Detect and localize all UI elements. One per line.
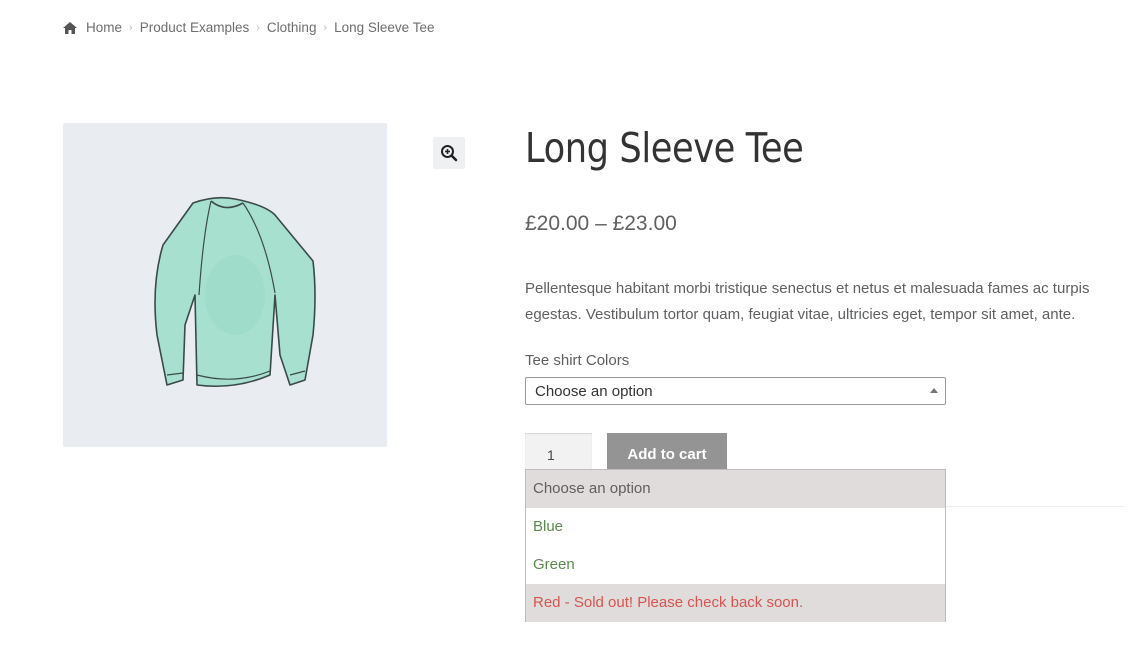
divider [945, 506, 1125, 507]
chevron-right-icon: › [129, 21, 133, 34]
option-red-sold-out[interactable]: Red - Sold out! Please check back soon. [526, 584, 945, 622]
breadcrumb-clothing[interactable]: Clothing [267, 20, 317, 35]
product-price: £20.00 – £23.00 [525, 212, 677, 235]
zoom-in-icon [441, 145, 458, 162]
option-choose[interactable]: Choose an option [526, 470, 945, 508]
color-dropdown-list[interactable]: Choose an option Blue Green Red - Sold o… [525, 469, 946, 622]
chevron-right-icon: › [256, 21, 260, 34]
breadcrumb-home[interactable]: Home [86, 20, 122, 35]
select-value: Choose an option [535, 383, 653, 400]
option-blue[interactable]: Blue [526, 508, 945, 546]
zoom-button[interactable] [433, 137, 465, 169]
color-select[interactable]: Choose an option [525, 377, 946, 405]
quantity-value: 1 [547, 447, 555, 463]
long-sleeve-shirt-image [154, 196, 316, 388]
home-icon[interactable] [62, 21, 78, 35]
product-description: Pellentesque habitant morbi tristique se… [525, 280, 1090, 323]
chevron-up-icon [930, 388, 938, 393]
option-green[interactable]: Green [526, 546, 945, 584]
breadcrumb-product-examples[interactable]: Product Examples [140, 20, 250, 35]
add-to-cart-button[interactable]: Add to cart [607, 433, 727, 473]
product-image[interactable] [63, 123, 387, 447]
quantity-input[interactable] [525, 433, 592, 473]
variation-label: Tee shirt Colors [525, 352, 630, 369]
product-page: Home › Product Examples › Clothing › Lon… [0, 0, 1140, 651]
breadcrumb: Home › Product Examples › Clothing › Lon… [62, 20, 434, 35]
product-title: Long Sleeve Tee [525, 124, 804, 172]
chevron-right-icon: › [323, 21, 328, 34]
breadcrumb-current: Long Sleeve Tee [334, 20, 435, 35]
